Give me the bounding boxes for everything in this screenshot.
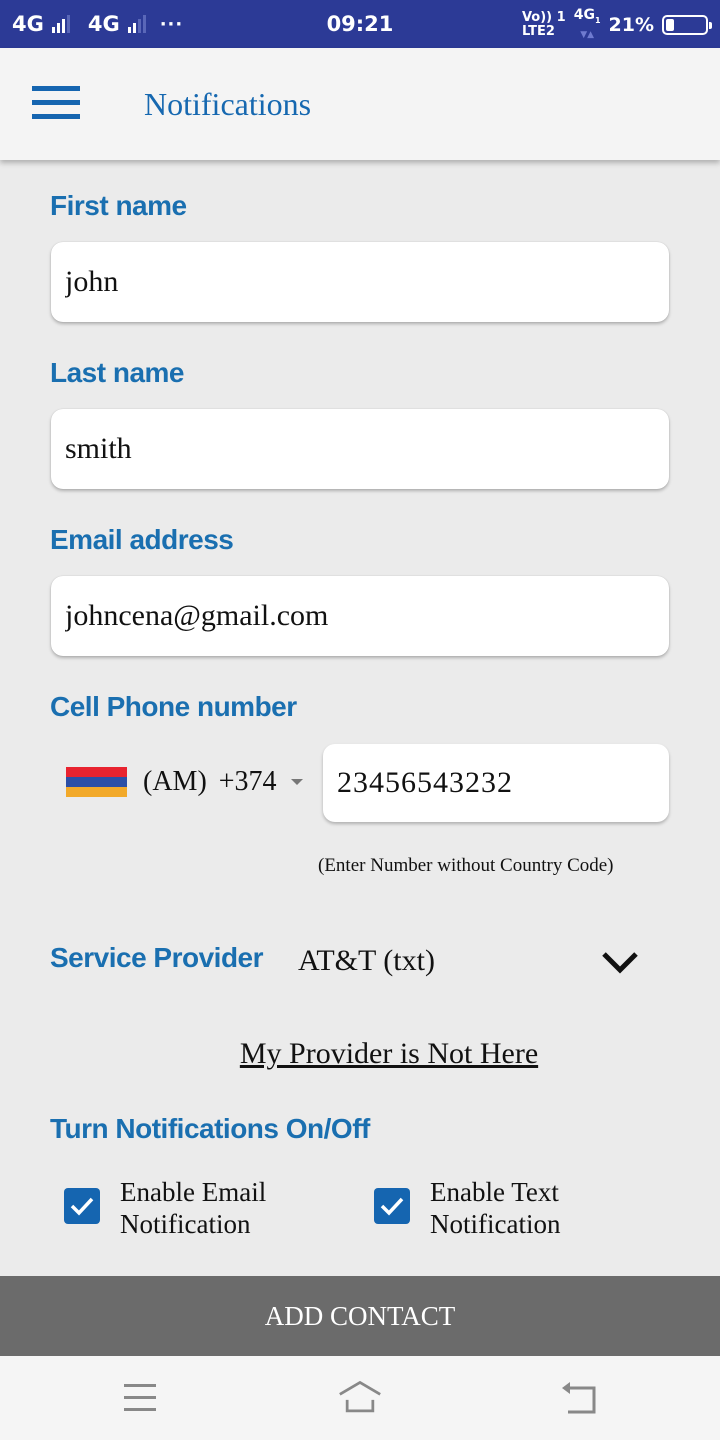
status-bar: 4G 4G ··· 09:21 Vo)) 1 LTE2 4G1 ▼▲ 21% [0,0,720,48]
armenia-flag-icon[interactable] [66,767,127,797]
phone-field-container [323,744,669,822]
flag-stripe-red [66,767,127,777]
volte-line2: LTE2 [521,23,555,39]
service-provider-label: Service Provider [50,942,264,973]
last-name-field-container [51,409,669,489]
battery-icon [662,14,712,35]
system-nav-bar [0,1356,720,1440]
last-name-label: Last name [50,357,185,388]
first-name-input[interactable] [65,265,669,299]
email-notification-label: Enable Email Notification [120,1177,267,1239]
notifications-toggle-label: Turn Notifications On/Off [50,1113,370,1144]
data-activity-icon: ▼▲ [580,29,595,40]
battery-percent: 21% [608,13,654,36]
email-input[interactable] [65,599,669,633]
text-notification-option[interactable]: Enable Text Notification [374,1176,600,1240]
volte-icon: Vo)) 1 LTE2 [521,9,566,39]
email-notification-checkbox[interactable] [64,1188,100,1224]
chevron-down-icon[interactable] [600,946,640,976]
home-icon[interactable] [338,1378,382,1418]
data-network-icon: 4G1 ▼▲ [574,8,601,42]
email-notification-option[interactable]: Enable Email Notification [64,1176,290,1240]
back-icon[interactable] [558,1378,602,1418]
provider-not-here-link[interactable]: My Provider is Not Here [0,1037,720,1071]
hamburger-menu-icon[interactable] [32,86,80,120]
country-code-select[interactable]: (AM) +374 [143,766,303,798]
checkmark-icon [380,1197,404,1216]
phone-hint: (Enter Number without Country Code) [318,855,614,876]
data-network-label: 4G [573,7,595,23]
page-title: Notifications [144,86,312,122]
phone-label: Cell Phone number [50,691,297,722]
email-label: Email address [50,524,234,555]
service-provider-select[interactable]: AT&T (txt) [298,944,435,978]
volte-line1: Vo)) 1 [521,9,566,25]
country-iso: (AM) [143,766,207,797]
text-notification-checkbox[interactable] [374,1188,410,1224]
app-bar: Notifications [0,48,720,160]
flag-stripe-orange [66,787,127,797]
data-network-sub: 1 [594,15,601,25]
text-notification-label: Enable Text Notification [430,1177,561,1239]
status-right: Vo)) 1 LTE2 4G1 ▼▲ 21% [521,8,712,42]
email-field-container [51,576,669,656]
phone-input[interactable] [337,766,669,800]
first-name-field-container [51,242,669,322]
battery-level [666,18,674,31]
last-name-input[interactable] [65,432,669,466]
recent-apps-icon[interactable] [120,1378,164,1418]
checkmark-icon [70,1197,94,1216]
dial-code: +374 [218,766,277,797]
first-name-label: First name [50,190,187,221]
dropdown-arrow-icon [290,779,303,785]
flag-stripe-blue [66,777,127,787]
add-contact-button[interactable]: ADD CONTACT [0,1276,720,1356]
